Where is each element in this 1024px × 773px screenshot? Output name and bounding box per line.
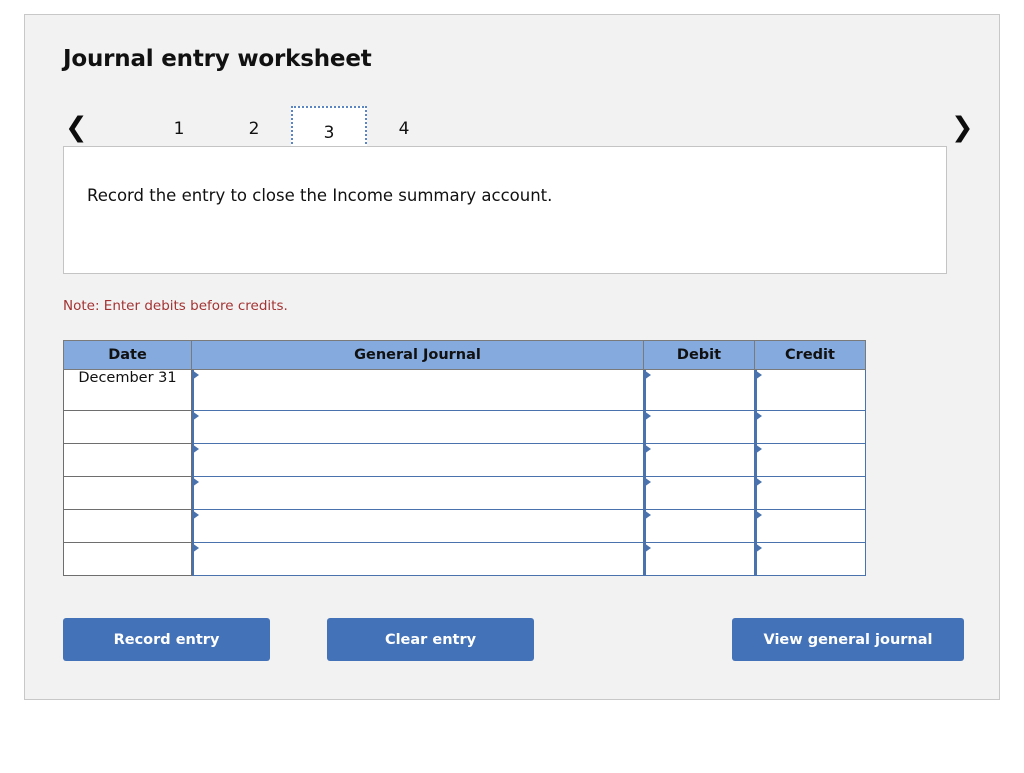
debit-input[interactable] bbox=[643, 542, 755, 576]
dropdown-marker-icon[interactable] bbox=[755, 543, 762, 553]
dropdown-marker-icon[interactable] bbox=[192, 543, 199, 553]
dropdown-marker-icon[interactable] bbox=[644, 510, 651, 520]
date-cell: December 31 bbox=[63, 369, 192, 411]
date-cell bbox=[63, 509, 192, 543]
date-cell bbox=[63, 542, 192, 576]
general-journal-input[interactable] bbox=[191, 476, 644, 510]
dropdown-marker-icon[interactable] bbox=[192, 370, 199, 380]
journal-entry-table: Date General Journal Debit Credit Decemb… bbox=[63, 340, 866, 576]
dropdown-marker-icon[interactable] bbox=[192, 411, 199, 421]
debit-input[interactable] bbox=[643, 476, 755, 510]
credit-input[interactable] bbox=[754, 369, 866, 411]
dropdown-marker-icon[interactable] bbox=[644, 543, 651, 553]
column-header-credit: Credit bbox=[754, 340, 866, 370]
dropdown-marker-icon[interactable] bbox=[644, 477, 651, 487]
table-row bbox=[63, 476, 866, 510]
debit-input[interactable] bbox=[643, 509, 755, 543]
column-header-general-journal: General Journal bbox=[191, 340, 644, 370]
table-row bbox=[63, 410, 866, 444]
credit-input[interactable] bbox=[754, 476, 866, 510]
dropdown-marker-icon[interactable] bbox=[192, 510, 199, 520]
general-journal-input[interactable] bbox=[191, 509, 644, 543]
dropdown-marker-icon[interactable] bbox=[644, 411, 651, 421]
dropdown-marker-icon[interactable] bbox=[644, 444, 651, 454]
table-row bbox=[63, 443, 866, 477]
general-journal-input[interactable] bbox=[191, 369, 644, 411]
general-journal-input[interactable] bbox=[191, 443, 644, 477]
table-row bbox=[63, 542, 866, 576]
dropdown-marker-icon[interactable] bbox=[755, 477, 762, 487]
date-cell bbox=[63, 443, 192, 477]
clear-entry-button[interactable]: Clear entry bbox=[327, 618, 534, 661]
general-journal-input[interactable] bbox=[191, 542, 644, 576]
debit-input[interactable] bbox=[643, 410, 755, 444]
date-cell bbox=[63, 476, 192, 510]
dropdown-marker-icon[interactable] bbox=[644, 370, 651, 380]
worksheet-panel: Journal entry worksheet ❮ 1 2 3 4 ❯ Reco… bbox=[24, 14, 1000, 700]
table-row bbox=[63, 509, 866, 543]
debit-input[interactable] bbox=[643, 369, 755, 411]
view-general-journal-button[interactable]: View general journal bbox=[732, 618, 964, 661]
column-header-date: Date bbox=[63, 340, 192, 370]
debit-input[interactable] bbox=[643, 443, 755, 477]
column-header-debit: Debit bbox=[643, 340, 755, 370]
note-text: Note: Enter debits before credits. bbox=[63, 298, 288, 314]
general-journal-input[interactable] bbox=[191, 410, 644, 444]
instruction-text: Record the entry to close the Income sum… bbox=[87, 186, 553, 205]
credit-input[interactable] bbox=[754, 410, 866, 444]
table-header-row: Date General Journal Debit Credit bbox=[63, 340, 866, 370]
dropdown-marker-icon[interactable] bbox=[755, 510, 762, 520]
record-entry-button[interactable]: Record entry bbox=[63, 618, 270, 661]
chevron-left-icon[interactable]: ❮ bbox=[65, 112, 88, 144]
chevron-right-icon[interactable]: ❯ bbox=[951, 112, 974, 144]
page-title: Journal entry worksheet bbox=[63, 46, 372, 72]
dropdown-marker-icon[interactable] bbox=[755, 370, 762, 380]
credit-input[interactable] bbox=[754, 509, 866, 543]
credit-input[interactable] bbox=[754, 542, 866, 576]
dropdown-marker-icon[interactable] bbox=[192, 444, 199, 454]
credit-input[interactable] bbox=[754, 443, 866, 477]
instruction-box: Record the entry to close the Income sum… bbox=[63, 146, 947, 274]
table-row: December 31 bbox=[63, 369, 866, 411]
date-cell bbox=[63, 410, 192, 444]
dropdown-marker-icon[interactable] bbox=[192, 477, 199, 487]
dropdown-marker-icon[interactable] bbox=[755, 411, 762, 421]
dropdown-marker-icon[interactable] bbox=[755, 444, 762, 454]
